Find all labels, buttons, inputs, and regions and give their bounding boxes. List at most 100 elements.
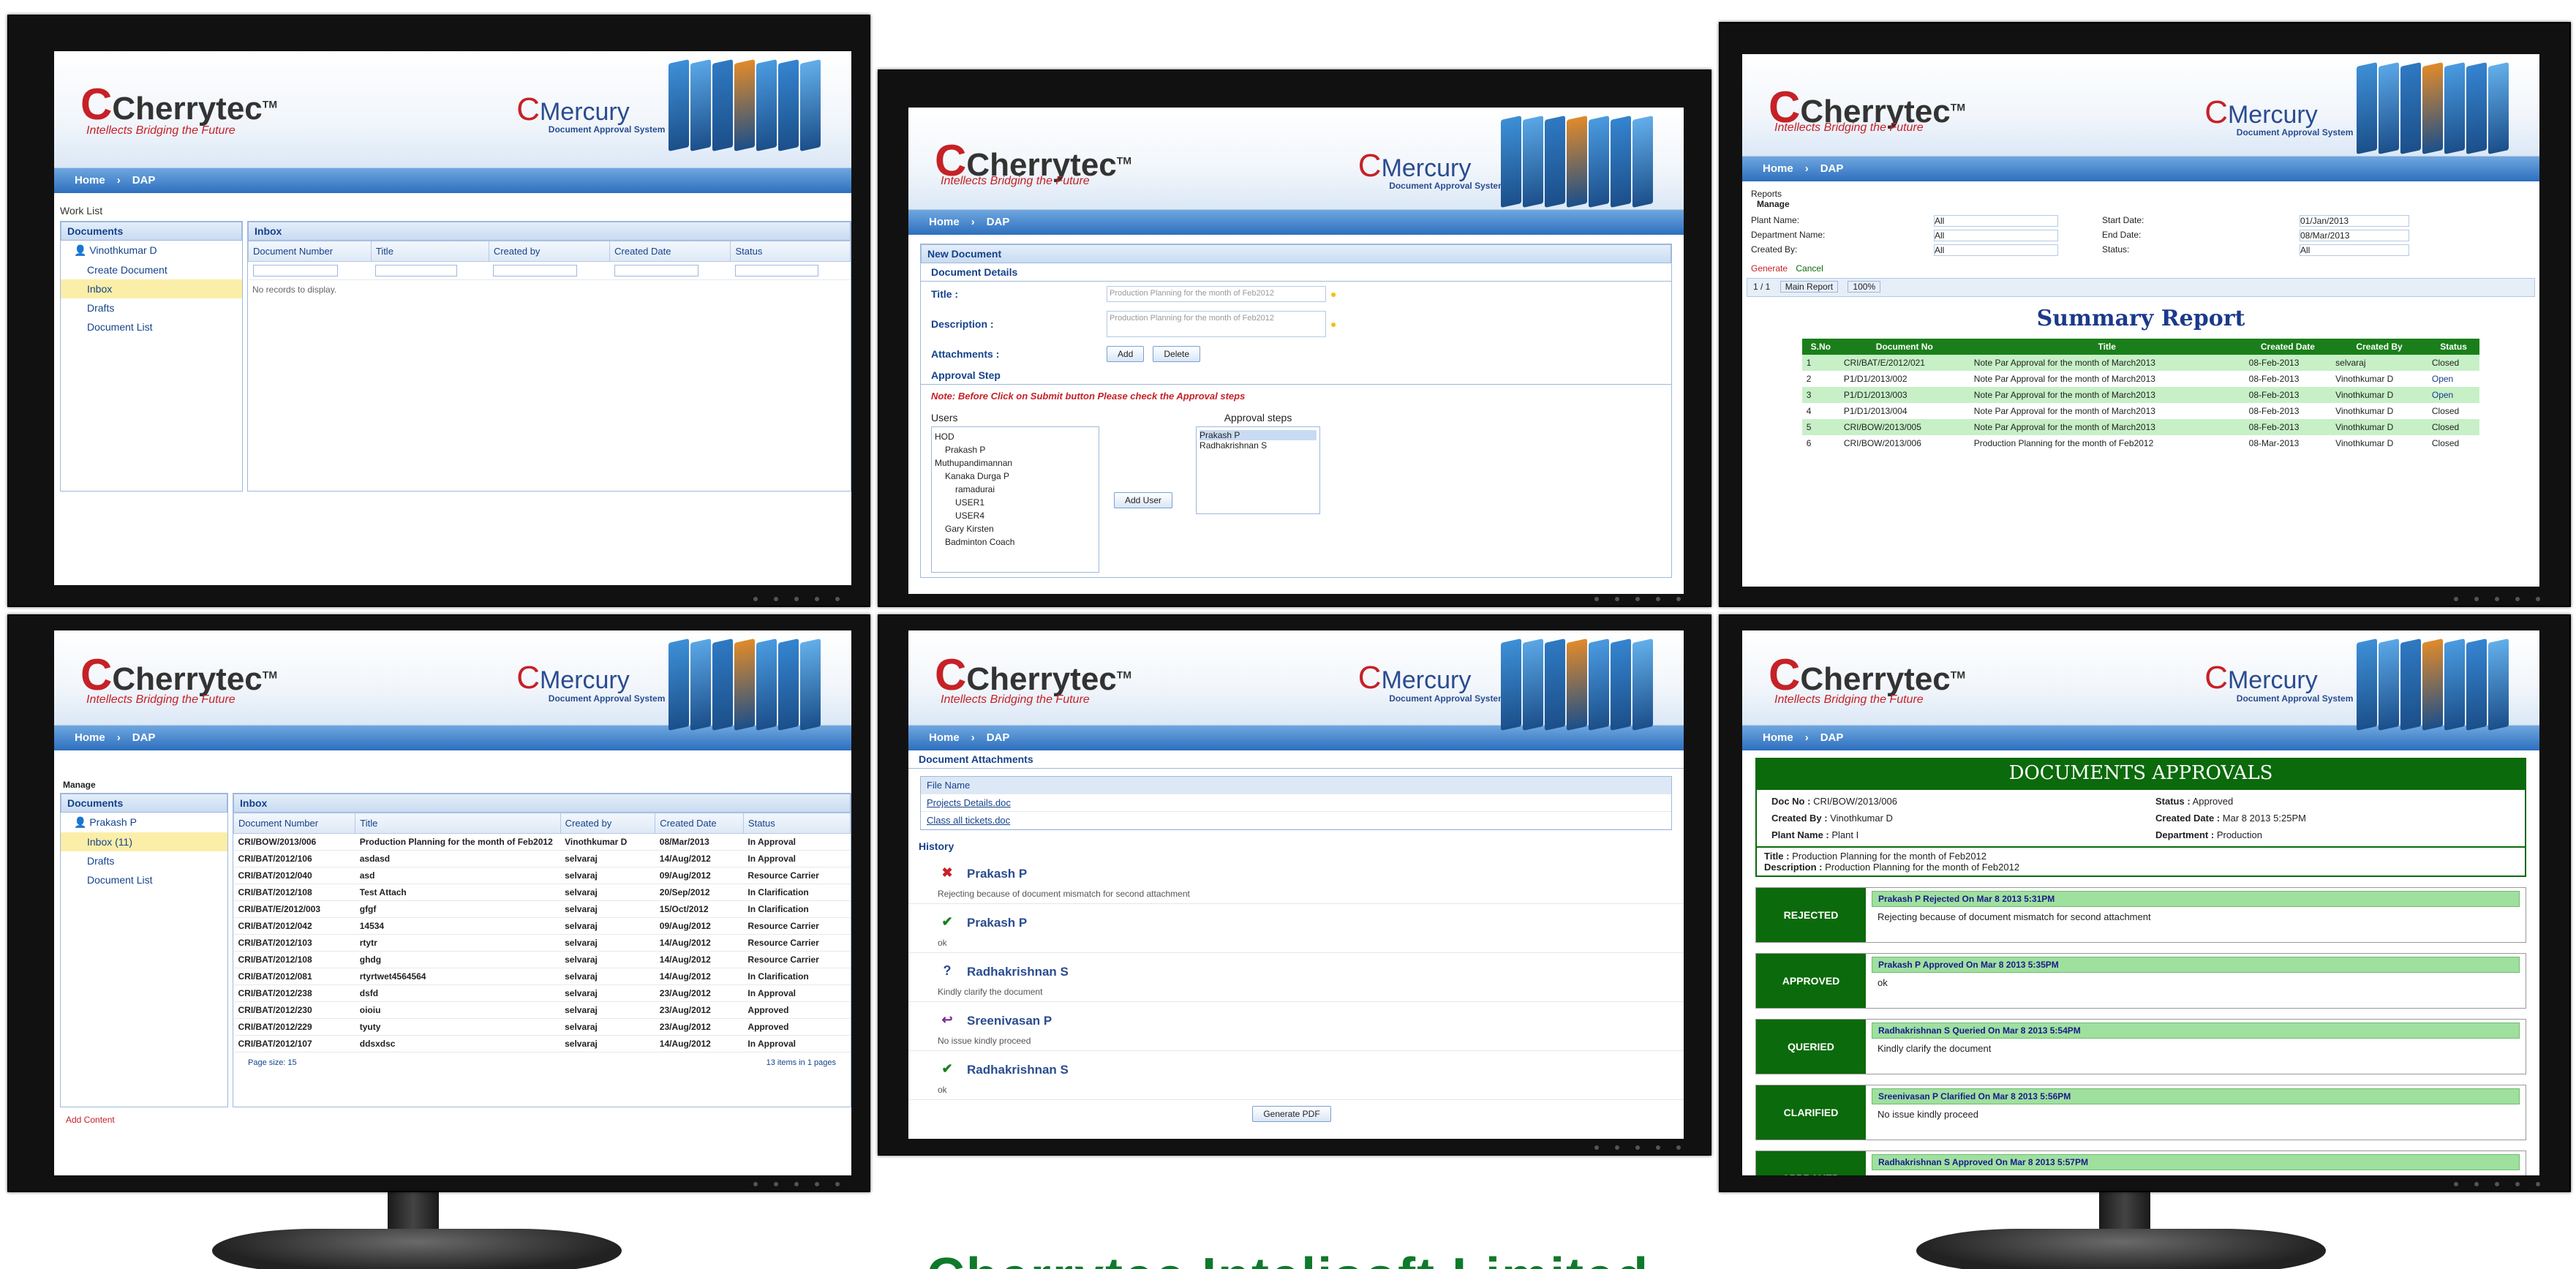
user-node[interactable]: USER4 bbox=[935, 509, 1096, 522]
col-document-number[interactable]: Document Number bbox=[248, 241, 372, 262]
nav-home-link[interactable]: Home bbox=[1763, 162, 1793, 175]
tree-item-drafts[interactable]: Drafts bbox=[61, 851, 227, 870]
nav-dap-link[interactable]: DAP bbox=[1820, 162, 1844, 175]
folder-icon bbox=[690, 639, 711, 731]
plant-select[interactable]: All bbox=[1934, 215, 2058, 227]
nav-dap-link[interactable]: DAP bbox=[1820, 731, 1844, 744]
filter-input[interactable] bbox=[734, 265, 818, 276]
tree-item-inbox[interactable]: Inbox bbox=[61, 279, 242, 298]
cell: selvaraj bbox=[560, 917, 655, 935]
user-node[interactable]: USER1 bbox=[935, 496, 1096, 509]
nav-home-link[interactable]: Home bbox=[75, 731, 105, 744]
table-row[interactable]: CRI/BAT/2012/229 tyuty selvaraj 23/Aug/2012… bbox=[233, 1018, 851, 1036]
nav-dap-link[interactable]: DAP bbox=[987, 216, 1010, 228]
required-icon: ● bbox=[1330, 288, 1337, 300]
stage-status: QUERIED bbox=[1756, 1020, 1866, 1074]
col-status[interactable]: Status bbox=[742, 813, 851, 834]
page-size-select[interactable]: Page size: 15 bbox=[248, 1058, 297, 1067]
table-row[interactable]: CRI/BOW/2013/006 Production Planning for … bbox=[233, 833, 851, 851]
col-document-number[interactable]: Document Number bbox=[233, 813, 356, 834]
description-label: Description : bbox=[931, 318, 994, 330]
approval-steps-list[interactable]: Prakash P Radhakrishnan S bbox=[1196, 426, 1321, 514]
table-row[interactable]: CRI/BAT/2012/238 dsfd selvaraj 23/Aug/2012 I… bbox=[233, 984, 851, 1002]
table-row[interactable]: CRI/BAT/2012/106 asdasd selvaraj 14/Aug/201… bbox=[233, 850, 851, 867]
zoom-select[interactable]: 100% bbox=[1848, 281, 1881, 293]
col-created-date[interactable]: Created Date bbox=[609, 241, 731, 262]
generate-pdf-button[interactable]: Generate PDF bbox=[1252, 1106, 1331, 1122]
filter-input[interactable] bbox=[375, 265, 458, 276]
nav-dap-link[interactable]: DAP bbox=[132, 174, 156, 187]
tree-item-document-list[interactable]: Document List bbox=[61, 870, 227, 889]
table-row[interactable]: CRI/BAT/2012/230 oioiu selvaraj 23/Aug/2012… bbox=[233, 1001, 851, 1019]
description-field[interactable]: Production Planning for the month of Feb… bbox=[1107, 311, 1326, 337]
user-node[interactable]: HOD bbox=[935, 430, 1096, 443]
attachment-link[interactable]: Projects Details.doc bbox=[921, 794, 1671, 812]
manage-link[interactable]: Manage bbox=[54, 750, 851, 793]
table-row[interactable]: CRI/BAT/2012/107 ddsxdsc selvaraj 14/Aug/20… bbox=[233, 1035, 851, 1053]
col-title[interactable]: Title bbox=[370, 241, 489, 262]
table-row[interactable]: CRI/BAT/2012/040 asd selvaraj 09/Aug/2012 Re… bbox=[233, 867, 851, 884]
tree-item-inbox[interactable]: Inbox (11) bbox=[61, 832, 227, 851]
add-content-link[interactable]: Add Content bbox=[54, 1107, 851, 1132]
user-node[interactable]: Prakash P bbox=[935, 443, 1096, 456]
add-user-button[interactable]: Add User bbox=[1114, 492, 1173, 508]
department-label: Department Name: bbox=[1751, 230, 1826, 240]
table-row[interactable]: CRI/BAT/2012/108 ghdg selvaraj 14/Aug/2012 R… bbox=[233, 951, 851, 968]
start-date-input[interactable]: 01/Jan/2013 bbox=[2300, 215, 2409, 227]
col-title[interactable]: Title bbox=[355, 813, 561, 834]
nav-home-link[interactable]: Home bbox=[929, 731, 960, 744]
generate-button[interactable]: Generate bbox=[1751, 263, 1788, 274]
cell: dsfd bbox=[355, 984, 561, 1002]
nav-home-link[interactable]: Home bbox=[1763, 731, 1793, 744]
cancel-button[interactable]: Cancel bbox=[1796, 263, 1823, 274]
monitor-buttons bbox=[2454, 1182, 2540, 1186]
status-select[interactable]: All bbox=[2300, 244, 2409, 256]
user-node[interactable]: Gary Kirsten bbox=[935, 522, 1096, 535]
nav-dap-link[interactable]: DAP bbox=[987, 731, 1010, 744]
department-select[interactable]: All bbox=[1934, 230, 2058, 241]
users-tree[interactable]: HOD Prakash P Muthupandimannan Kanaka Du… bbox=[931, 426, 1099, 573]
title-field[interactable]: Production Planning for the month of Feb… bbox=[1107, 286, 1326, 302]
col-created-by[interactable]: Created by bbox=[560, 813, 656, 834]
manage-link[interactable]: Manage bbox=[1742, 199, 2539, 209]
tree-item-drafts[interactable]: Drafts bbox=[61, 298, 242, 317]
end-date-input[interactable]: 08/Mar/2013 bbox=[2300, 230, 2409, 241]
inbox-grid-title: Inbox bbox=[248, 222, 851, 241]
tree-item-document-list[interactable]: Document List bbox=[61, 317, 242, 336]
filter-input[interactable] bbox=[614, 265, 698, 276]
folders-graphic bbox=[669, 639, 837, 731]
table-row[interactable]: CRI/BAT/2012/081 rtyrtwet4564564 selvaraj 1… bbox=[233, 968, 851, 985]
filter-input[interactable] bbox=[493, 265, 578, 276]
nav-home-link[interactable]: Home bbox=[75, 174, 105, 187]
approver-item[interactable]: Radhakrishnan S bbox=[1200, 440, 1317, 451]
table-row[interactable]: CRI/BAT/2012/042 14534 selvaraj 09/Aug/2012… bbox=[233, 917, 851, 935]
table-row[interactable]: CRI/BAT/E/2012/003 gfgf selvaraj 15/Oct/201… bbox=[233, 900, 851, 918]
nav-dap-link[interactable]: DAP bbox=[132, 731, 156, 744]
user-node[interactable]: ramadurai bbox=[935, 483, 1096, 496]
add-attachment-button[interactable]: Add bbox=[1107, 346, 1145, 362]
col-status[interactable]: Status bbox=[730, 241, 851, 262]
delete-attachment-button[interactable]: Delete bbox=[1153, 346, 1201, 362]
table-row[interactable]: CRI/BAT/2012/108 Test Attach selvaraj 20/Se… bbox=[233, 884, 851, 901]
folder-icon bbox=[712, 59, 733, 151]
filter-input[interactable] bbox=[252, 265, 339, 276]
user-node[interactable]: Kanaka Durga P bbox=[935, 470, 1096, 483]
col-created-date[interactable]: Created Date bbox=[655, 813, 744, 834]
user-node[interactable]: Badminton Coach bbox=[935, 535, 1096, 549]
new-document-title: New Document bbox=[921, 244, 1671, 263]
monitor-bottom-left: CCherrytecTM Intellects Bridging the Fut… bbox=[7, 614, 870, 1192]
summary-report-heading: Summary Report bbox=[2036, 306, 2245, 331]
approver-item[interactable]: Prakash P bbox=[1200, 430, 1317, 440]
user-node[interactable]: Muthupandimannan bbox=[935, 456, 1096, 470]
nav-home-link[interactable]: Home bbox=[929, 216, 960, 228]
table-row[interactable]: CRI/BAT/2012/103 rtytr selvaraj 14/Aug/2012… bbox=[233, 934, 851, 952]
tree-user[interactable]: 👤 Prakash P bbox=[61, 813, 227, 832]
col-created-by[interactable]: Created by bbox=[488, 241, 611, 262]
tree-user[interactable]: 👤 Vinothkumar D bbox=[61, 241, 242, 260]
stage-status: CLARIFIED bbox=[1756, 1085, 1866, 1140]
cell: 23/Aug/2012 bbox=[655, 984, 744, 1002]
attachment-link[interactable]: Class all tickets.doc bbox=[921, 812, 1671, 829]
created-by-select[interactable]: All bbox=[1934, 244, 2058, 256]
tree-item-create-document[interactable]: Create Document bbox=[61, 260, 242, 279]
report-select[interactable]: Main Report bbox=[1780, 281, 1839, 293]
